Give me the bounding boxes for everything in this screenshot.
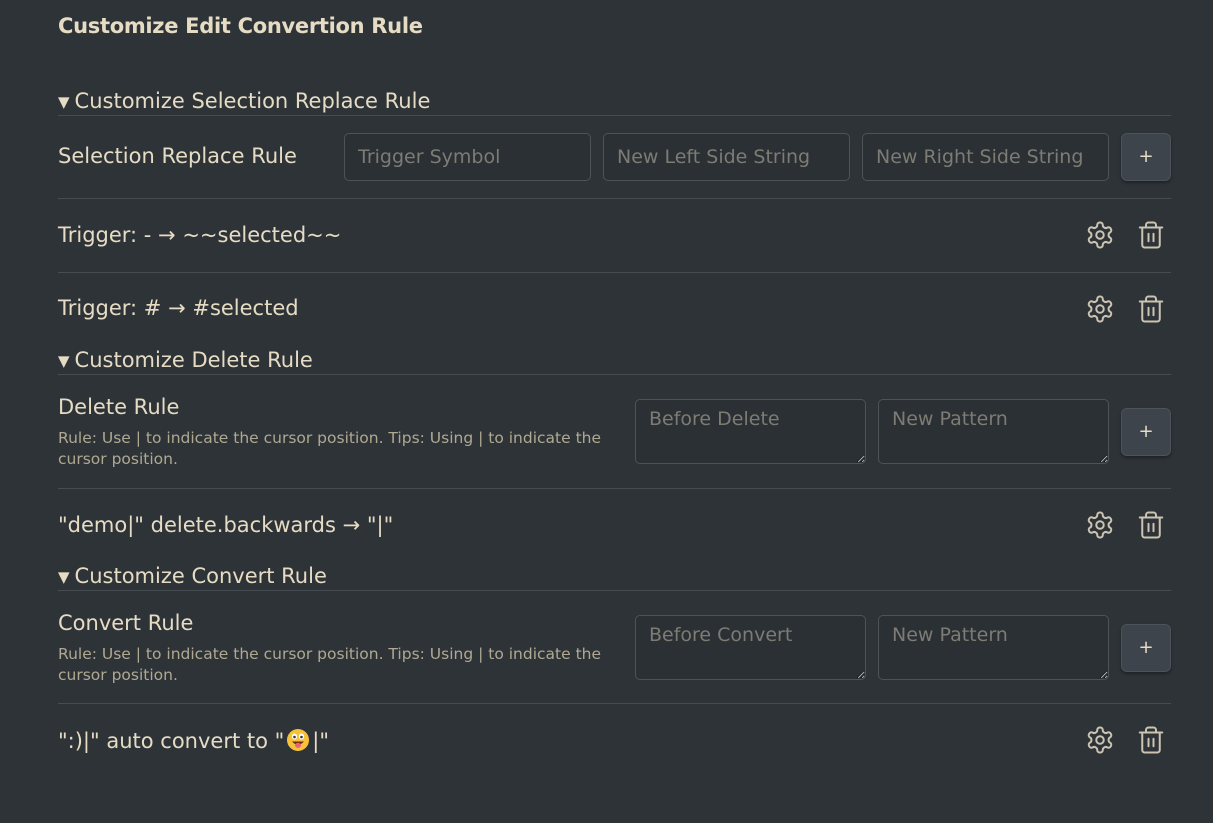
- selection-replace-label: Selection Replace Rule: [58, 144, 297, 168]
- before-delete-input[interactable]: [635, 399, 866, 464]
- gear-icon[interactable]: [1085, 725, 1115, 755]
- list-item: Trigger: - → ~~selected~~: [58, 199, 1171, 273]
- add-delete-rule-button[interactable]: +: [1121, 408, 1171, 456]
- convert-pattern-input[interactable]: [878, 615, 1109, 680]
- trigger-symbol-input[interactable]: [344, 133, 591, 181]
- delete-rule-description: Rule: Use | to indicate the cursor posit…: [58, 429, 602, 468]
- selection-replace-form-row: Selection Replace Rule +: [58, 116, 1171, 199]
- delete-pattern-input[interactable]: [878, 399, 1109, 464]
- triangle-down-icon: ▼: [58, 568, 70, 586]
- gear-icon[interactable]: [1085, 294, 1115, 324]
- section-header-label: Customize Convert Rule: [74, 564, 327, 588]
- gear-icon[interactable]: [1085, 510, 1115, 540]
- convert-rule-prefix: ":)|" auto convert to ": [58, 729, 285, 753]
- page-title: Customize Edit Convertion Rule: [58, 14, 423, 38]
- before-convert-input[interactable]: [635, 615, 866, 680]
- triangle-down-icon: ▼: [58, 93, 70, 111]
- section-header-selection-replace[interactable]: ▼ Customize Selection Replace Rule: [58, 89, 1171, 116]
- section-header-label: Customize Delete Rule: [74, 348, 313, 372]
- trash-icon[interactable]: [1136, 510, 1166, 540]
- convert-rule-description: Rule: Use | to indicate the cursor posit…: [58, 645, 602, 684]
- delete-rule-label: Delete Rule: [58, 395, 180, 419]
- add-selection-rule-button[interactable]: +: [1121, 133, 1171, 181]
- add-convert-rule-button[interactable]: +: [1121, 624, 1171, 672]
- section-header-delete[interactable]: ▼ Customize Delete Rule: [58, 348, 1171, 375]
- trash-icon[interactable]: [1136, 725, 1166, 755]
- convert-rule-label: Convert Rule: [58, 611, 194, 635]
- convert-rule-form-row: Convert Rule Rule: Use | to indicate the…: [58, 591, 1171, 704]
- section-header-label: Customize Selection Replace Rule: [74, 89, 431, 113]
- trash-icon[interactable]: [1136, 294, 1166, 324]
- left-side-string-input[interactable]: [603, 133, 850, 181]
- section-header-convert[interactable]: ▼ Customize Convert Rule: [58, 564, 1171, 591]
- right-side-string-input[interactable]: [862, 133, 1109, 181]
- list-item: Trigger: # → #selected: [58, 273, 1171, 347]
- convert-rule-suffix: |": [312, 729, 330, 753]
- list-item: ":)|" auto convert to " |": [58, 704, 1171, 779]
- grinning-face-with-tongue-icon: [286, 728, 310, 752]
- selection-rule-text: Trigger: - → ~~selected~~: [58, 223, 342, 247]
- delete-rule-text: "demo|" delete.backwards → "|": [58, 513, 394, 537]
- selection-rule-text: Trigger: # → #selected: [58, 296, 299, 320]
- gear-icon[interactable]: [1085, 220, 1115, 250]
- delete-rule-form-row: Delete Rule Rule: Use | to indicate the …: [58, 375, 1171, 489]
- trash-icon[interactable]: [1136, 220, 1166, 250]
- convert-rule-text: ":)|" auto convert to " |": [58, 728, 329, 753]
- triangle-down-icon: ▼: [58, 352, 70, 370]
- list-item: "demo|" delete.backwards → "|": [58, 489, 1171, 564]
